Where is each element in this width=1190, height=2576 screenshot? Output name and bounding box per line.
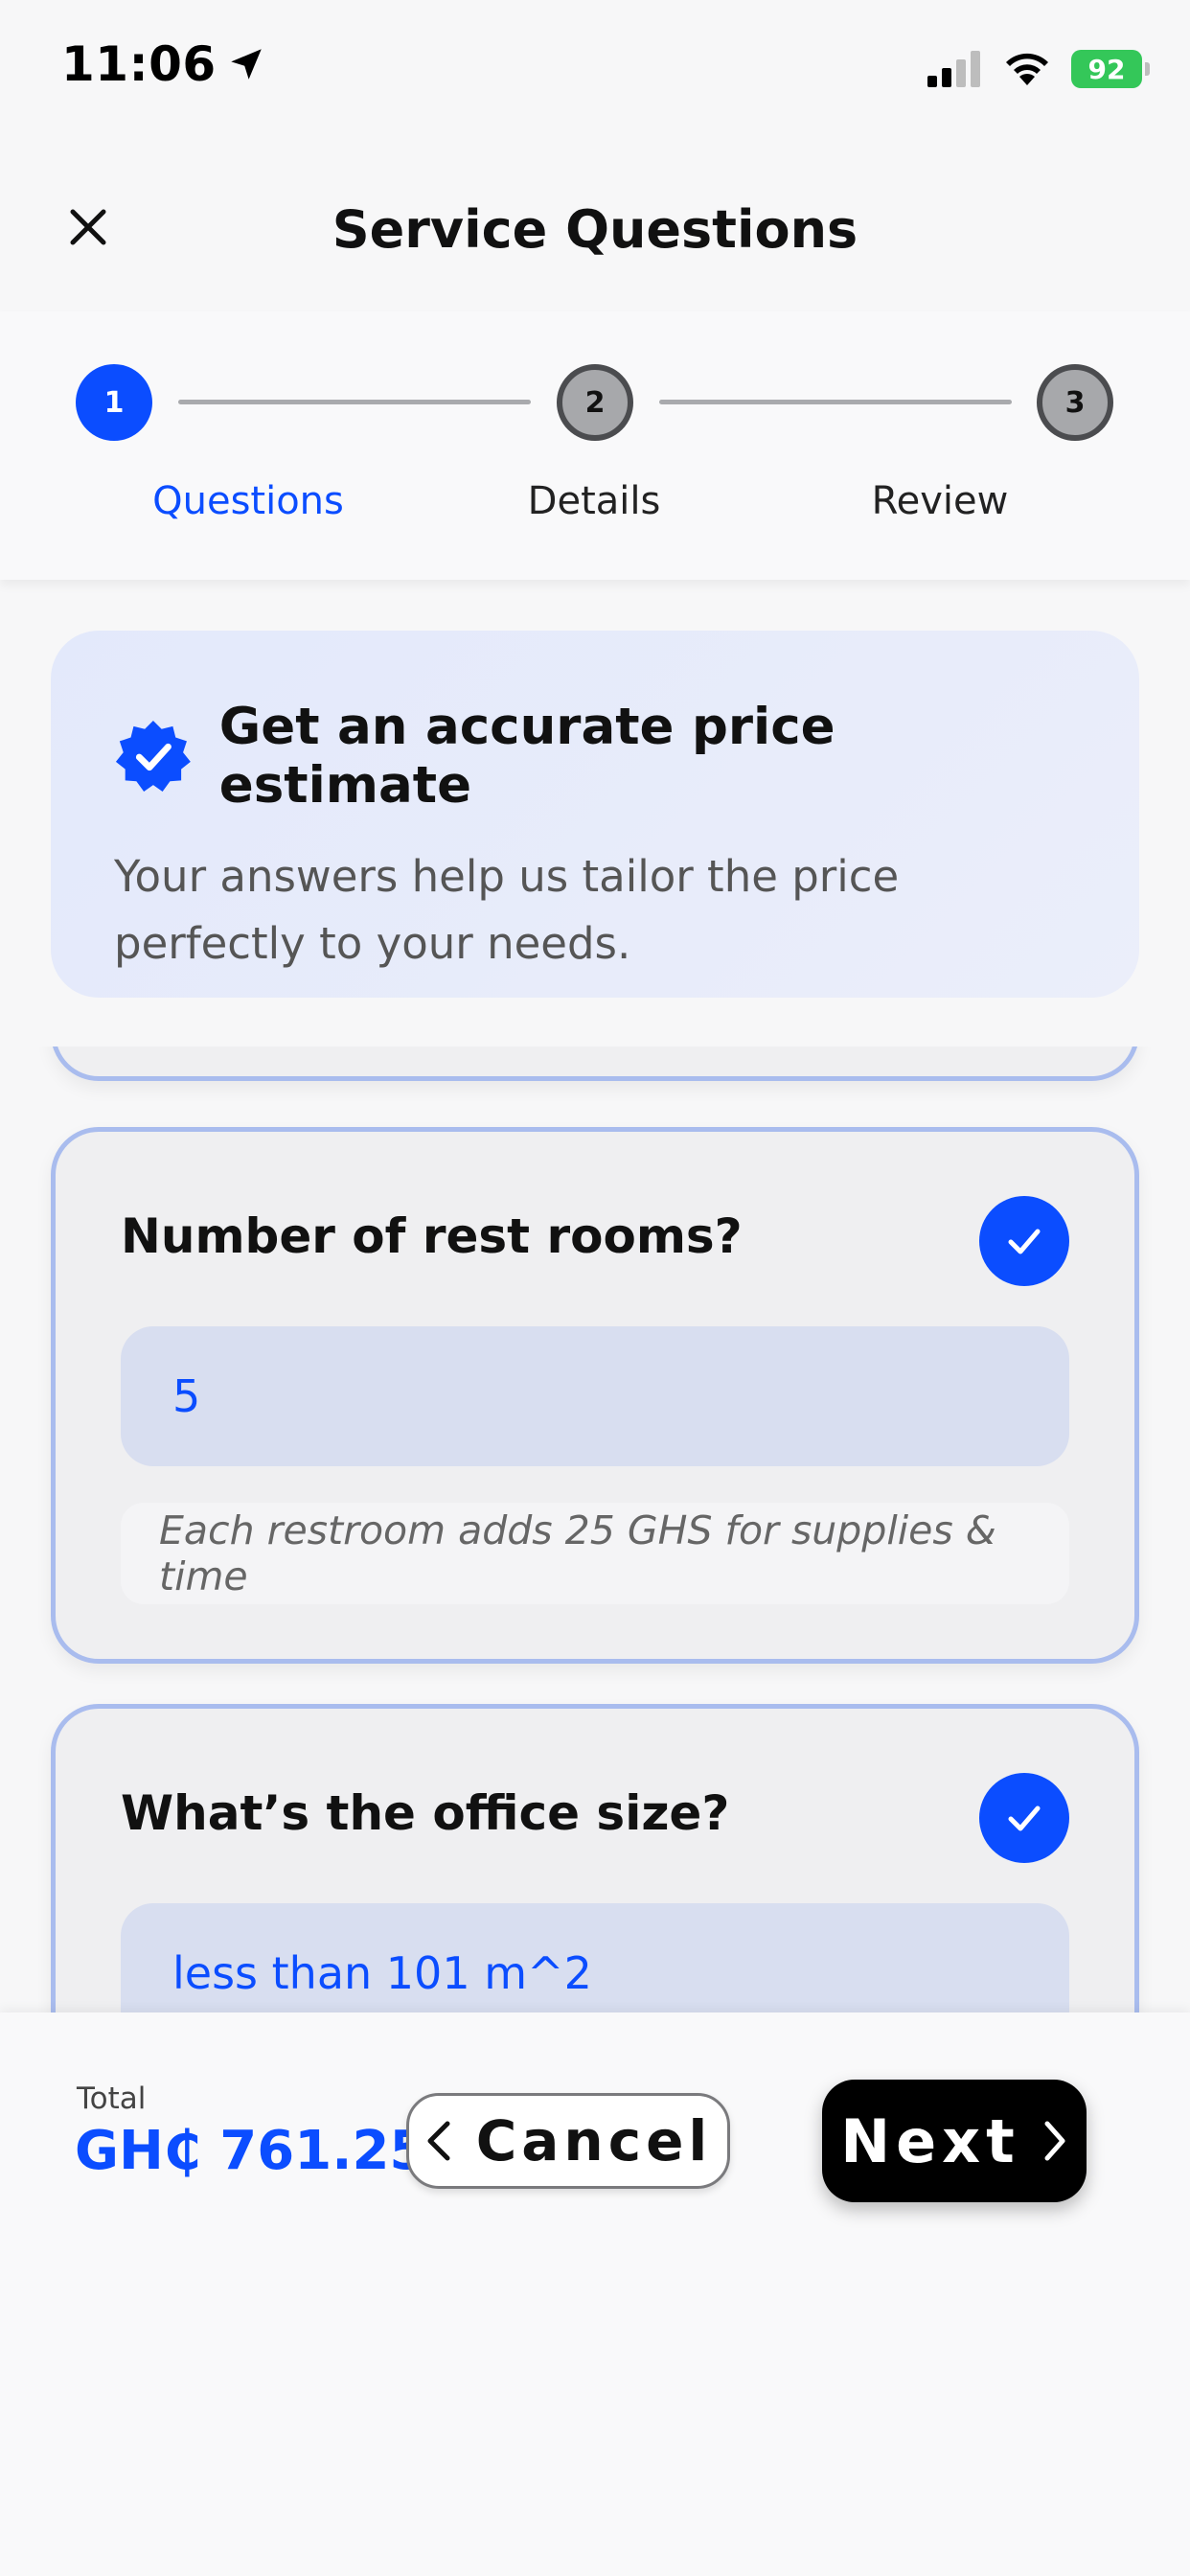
step-2-indicator[interactable]: 2: [557, 364, 633, 441]
status-time-text: 11:06: [61, 36, 217, 92]
price-estimate-info-card: Get an accurate price estimate Your answ…: [51, 631, 1139, 998]
next-button[interactable]: Next: [822, 2080, 1087, 2202]
total-value: GH₵ 761.25: [75, 2120, 427, 2182]
question-title: Number of rest rooms?: [121, 1208, 743, 1264]
answer-value: 5: [172, 1370, 201, 1422]
step-1-indicator[interactable]: 1: [76, 364, 152, 441]
location-arrow-icon: [230, 49, 262, 80]
battery-indicator: 92: [1071, 50, 1150, 88]
answered-check-icon: [979, 1196, 1069, 1286]
question-card-previous[interactable]: [51, 1046, 1139, 1081]
stepper: 1 2 3 Questions Details Review: [0, 311, 1190, 580]
answer-field[interactable]: less than 101 m^2: [121, 1903, 1069, 2012]
question-card[interactable]: Number of rest rooms? 5 Each restroom ad…: [51, 1127, 1139, 1664]
status-time: 11:06: [61, 36, 266, 92]
step-connector: [659, 400, 1012, 404]
battery-level: 92: [1087, 53, 1126, 85]
question-card[interactable]: What’s the office size? less than 101 m^…: [51, 1704, 1139, 2012]
wifi-icon: [1006, 53, 1048, 85]
chevron-left-icon: [427, 2121, 450, 2161]
cellular-signal-icon: [927, 51, 980, 87]
chevron-right-icon: [1044, 2121, 1065, 2161]
cancel-button-label: Cancel: [475, 2108, 713, 2174]
step-3-indicator[interactable]: 3: [1037, 364, 1113, 441]
answer-field[interactable]: 5: [121, 1326, 1069, 1466]
question-title: What’s the office size?: [121, 1785, 730, 1841]
total-label: Total: [77, 2082, 147, 2116]
step-label-questions[interactable]: Questions: [104, 479, 392, 523]
step-label-details[interactable]: Details: [450, 479, 738, 523]
next-button-label: Next: [840, 2105, 1020, 2176]
verified-badge-icon: [115, 720, 191, 793]
answer-value: less than 101 m^2: [172, 1947, 592, 1999]
info-card-header: Get an accurate price estimate: [114, 698, 1082, 815]
answered-check-icon: [979, 1773, 1069, 1863]
status-indicators: 92: [927, 50, 1150, 88]
question-hint-text: Each restroom adds 25 GHS for supplies &…: [159, 1507, 996, 1599]
info-card-text: Your answers help us tailor the price pe…: [114, 851, 900, 969]
page-title: Service Questions: [332, 199, 858, 260]
step-label-review[interactable]: Review: [796, 479, 1084, 523]
info-card-title: Get an accurate price estimate: [218, 698, 835, 815]
questions-list[interactable]: Number of rest rooms? 5 Each restroom ad…: [0, 1046, 1190, 2012]
question-hint: Each restroom adds 25 GHS for supplies &…: [121, 1503, 1069, 1604]
bottom-action-bar: Total GH₵ 761.25 Cancel Next: [0, 2012, 1190, 2576]
header: Service Questions: [0, 144, 1190, 311]
cancel-button[interactable]: Cancel: [406, 2093, 730, 2189]
step-connector: [178, 400, 531, 404]
status-bar: 11:06 92: [0, 0, 1190, 144]
